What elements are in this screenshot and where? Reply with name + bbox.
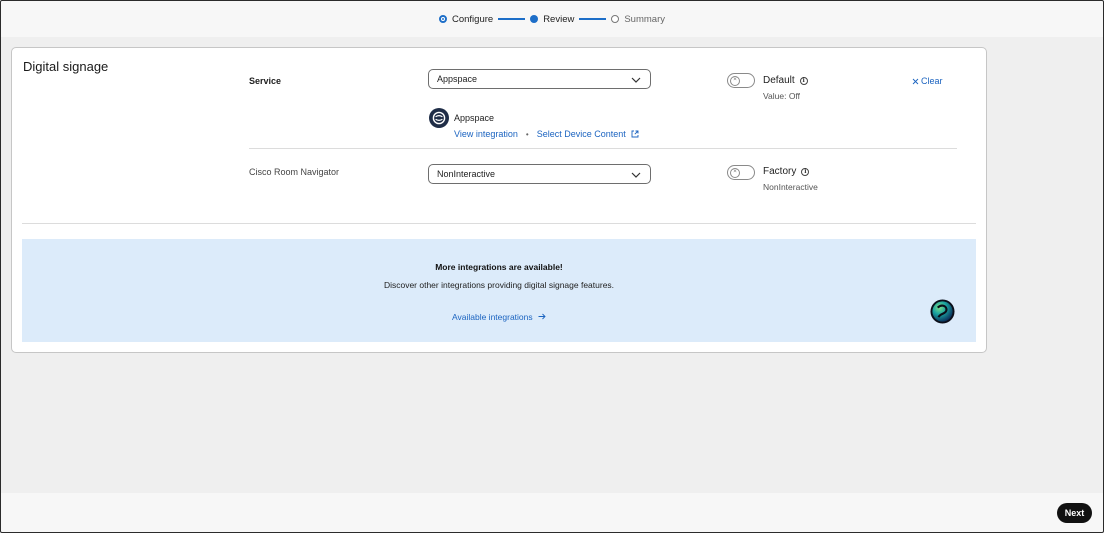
default-toggle-title: Default i <box>763 75 808 86</box>
step-label: Summary <box>624 13 665 25</box>
chevron-down-icon <box>631 172 641 178</box>
clear-button[interactable]: Clear <box>912 76 943 86</box>
wizard-header: Configure Review Summary <box>1 1 1103 37</box>
external-link-icon <box>631 130 639 138</box>
step-label: Review <box>543 13 575 25</box>
step-pending-icon <box>611 15 620 23</box>
step-current-icon <box>530 15 539 23</box>
factory-value-text: NonInteractive <box>763 182 818 192</box>
digital-signage-card: Digital signage Service Appspace Appspac… <box>11 47 987 353</box>
factory-toggle[interactable]: × <box>727 165 755 180</box>
appspace-logo-icon <box>429 108 449 128</box>
integrations-banner: More integrations are available! Discove… <box>22 239 976 342</box>
step-summary[interactable]: Summary <box>611 14 665 25</box>
navigator-select-value: NonInteractive <box>437 169 496 179</box>
main-content: Digital signage Service Appspace Appspac… <box>1 37 1103 493</box>
service-select[interactable]: Appspace <box>428 69 651 89</box>
webex-orb-icon[interactable] <box>930 299 955 324</box>
row-divider <box>249 148 957 149</box>
banner-description: Discover other integrations providing di… <box>383 280 615 290</box>
info-icon[interactable]: i <box>799 76 808 85</box>
step-configure[interactable]: Configure <box>438 13 494 25</box>
close-icon: × <box>730 75 740 86</box>
banner-title: More integrations are available! <box>435 262 563 272</box>
wizard-footer: Next <box>1 493 1103 532</box>
default-toggle-label: Default <box>763 75 795 86</box>
navigator-select[interactable]: NonInteractive <box>428 164 651 184</box>
factory-toggle-title: Factory i <box>763 166 810 177</box>
service-provider-name: Appspace <box>454 113 495 123</box>
wizard-stepper: Configure Review Summary <box>438 13 665 25</box>
clear-label: Clear <box>921 76 943 86</box>
arrow-right-icon <box>538 313 546 320</box>
service-links: View integration • Select Device Content <box>454 129 639 139</box>
available-integrations-label: Available integrations <box>451 312 533 322</box>
banner-link-row: Available integrations <box>22 307 976 325</box>
navigator-label: Cisco Room Navigator <box>249 167 340 177</box>
close-icon: × <box>730 167 740 178</box>
chevron-down-icon <box>631 77 641 83</box>
factory-toggle-label: Factory <box>763 166 797 177</box>
step-connector <box>579 18 607 20</box>
default-value-text: Value: Off <box>763 91 801 101</box>
step-label: Configure <box>451 13 494 25</box>
default-toggle[interactable]: × <box>727 73 755 88</box>
step-review[interactable]: Review <box>530 14 574 25</box>
select-device-content-link[interactable]: Select Device Content <box>537 129 639 139</box>
card-title: Digital signage <box>23 59 109 74</box>
step-done-icon <box>438 15 447 23</box>
section-divider <box>22 223 976 224</box>
step-connector <box>498 18 526 20</box>
info-icon[interactable]: i <box>801 167 810 176</box>
link-separator: • <box>525 129 529 139</box>
view-integration-link[interactable]: View integration <box>454 129 518 139</box>
service-select-value: Appspace <box>437 74 478 84</box>
select-device-content-label: Select Device Content <box>536 129 626 139</box>
available-integrations-link[interactable]: Available integrations <box>452 312 546 322</box>
service-label: Service <box>249 76 282 86</box>
close-icon <box>912 78 919 84</box>
next-button[interactable]: Next <box>1057 503 1092 523</box>
